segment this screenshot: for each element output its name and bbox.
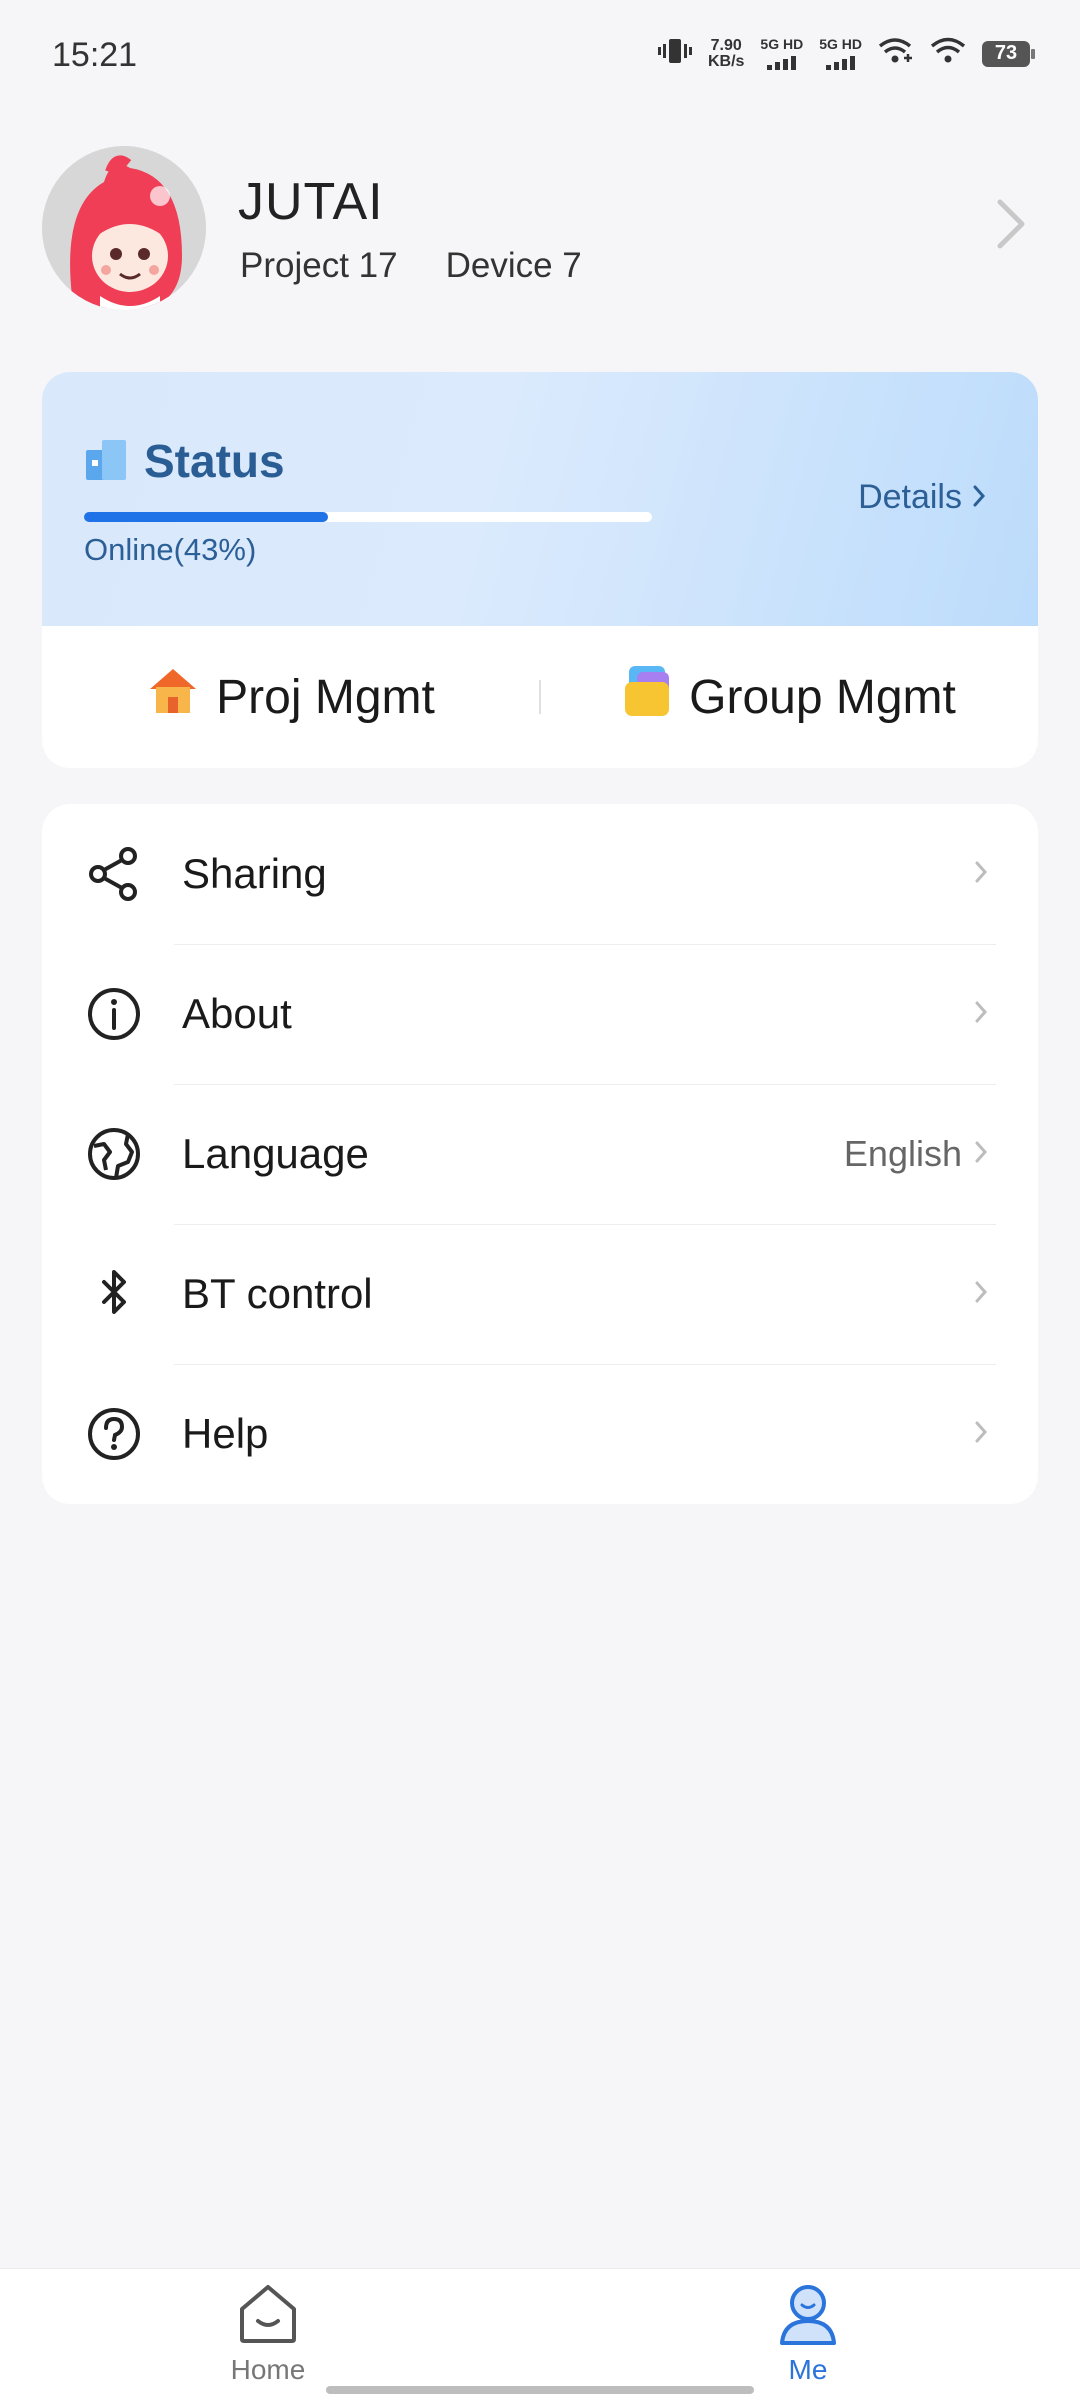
status-title-group: Status — [84, 434, 285, 488]
help-icon — [86, 1406, 142, 1462]
device-count: Device 7 — [445, 246, 582, 285]
nav-home[interactable]: Home — [168, 2283, 368, 2386]
battery-icon: 73 — [982, 40, 1035, 67]
menu-item-sharing[interactable]: Sharing — [42, 804, 1038, 944]
profile-header[interactable]: JUTAI Project 17 Device 7 — [42, 146, 1038, 311]
chevron-right-icon — [974, 1420, 988, 1449]
bottom-nav: Home Me — [0, 2268, 1080, 2400]
menu-label: About — [182, 990, 292, 1037]
avatar-character-icon — [42, 146, 206, 310]
wifi-icon — [930, 36, 966, 71]
details-link[interactable]: Details — [858, 478, 986, 517]
menu-label: Language — [182, 1130, 369, 1177]
menu-item-about[interactable]: About — [42, 944, 1038, 1084]
chevron-right-icon — [974, 860, 988, 889]
status-building-icon — [84, 436, 130, 487]
menu-label: BT control — [182, 1270, 373, 1317]
menu-item-bt-control[interactable]: BT control — [42, 1224, 1038, 1364]
signal-bars-icon — [767, 54, 797, 70]
avatar[interactable] — [42, 146, 206, 310]
folder-icon — [623, 664, 673, 730]
profile-stats: Project 17 Device 7 — [240, 246, 582, 286]
nav-me[interactable]: Me — [708, 2283, 908, 2386]
proj-mgmt-label: Proj Mgmt — [216, 670, 435, 724]
home-icon — [236, 2283, 300, 2350]
share-icon — [86, 846, 142, 902]
chevron-right-icon — [974, 1280, 988, 1309]
status-time: 15:21 — [52, 36, 138, 74]
menu-item-help[interactable]: Help — [42, 1364, 1038, 1504]
sim2-label: 5G HD — [819, 36, 862, 52]
menu-item-language[interactable]: Language English — [42, 1084, 1038, 1224]
project-count: Project 17 — [240, 246, 398, 285]
sim2-signal: 5G HD — [819, 37, 862, 70]
details-label: Details — [858, 478, 962, 516]
chevron-right-icon — [972, 478, 986, 517]
nav-home-label: Home — [230, 2354, 306, 2385]
group-mgmt-label: Group Mgmt — [689, 670, 956, 724]
language-value: English — [843, 1133, 962, 1174]
globe-icon — [86, 1126, 142, 1182]
wifi-plus-icon — [878, 36, 914, 71]
vibrate-icon — [657, 36, 692, 71]
online-progress-bar — [84, 512, 652, 522]
screen: 15:21 7.90 KB/s 5G HD 5G HD 73 JUTAI Pro… — [0, 0, 1080, 2400]
net-speed-unit: KB/s — [707, 52, 745, 70]
sim1-signal: 5G HD — [760, 37, 803, 70]
info-icon — [86, 986, 142, 1042]
online-progress-fill — [84, 512, 329, 522]
status-title: Status — [144, 435, 285, 487]
proj-mgmt-button[interactable]: Proj Mgmt — [42, 665, 539, 729]
chevron-right-icon — [974, 1000, 988, 1029]
person-icon — [776, 2283, 840, 2350]
net-speed-value: 7.90 — [710, 36, 742, 54]
signal-bars-icon — [826, 54, 856, 70]
nav-me-label: Me — [788, 2354, 828, 2385]
status-bar: 15:21 7.90 KB/s 5G HD 5G HD 73 — [0, 0, 1080, 110]
status-panel: Status Online(43%) Details — [42, 372, 1038, 626]
bluetooth-icon — [86, 1266, 142, 1322]
group-mgmt-button[interactable]: Group Mgmt — [541, 664, 1038, 730]
network-speed: 7.90 KB/s — [707, 36, 745, 70]
status-icons: 7.90 KB/s 5G HD 5G HD 73 — [657, 36, 1035, 71]
menu-label: Help — [182, 1410, 269, 1457]
menu-label: Sharing — [182, 850, 327, 897]
home-indicator[interactable] — [326, 2386, 754, 2394]
settings-menu: Sharing About Language English BT contro… — [42, 804, 1038, 1504]
status-card: Status Online(43%) Details Proj Mgmt Gro… — [42, 372, 1038, 768]
online-status-text: Online(43%) — [84, 532, 257, 567]
username: JUTAI — [238, 173, 384, 231]
house-icon — [146, 665, 200, 729]
chevron-right-icon[interactable] — [994, 196, 1028, 257]
quick-actions: Proj Mgmt Group Mgmt — [42, 626, 1038, 768]
chevron-right-icon — [974, 1140, 988, 1169]
sim1-label: 5G HD — [760, 36, 804, 52]
